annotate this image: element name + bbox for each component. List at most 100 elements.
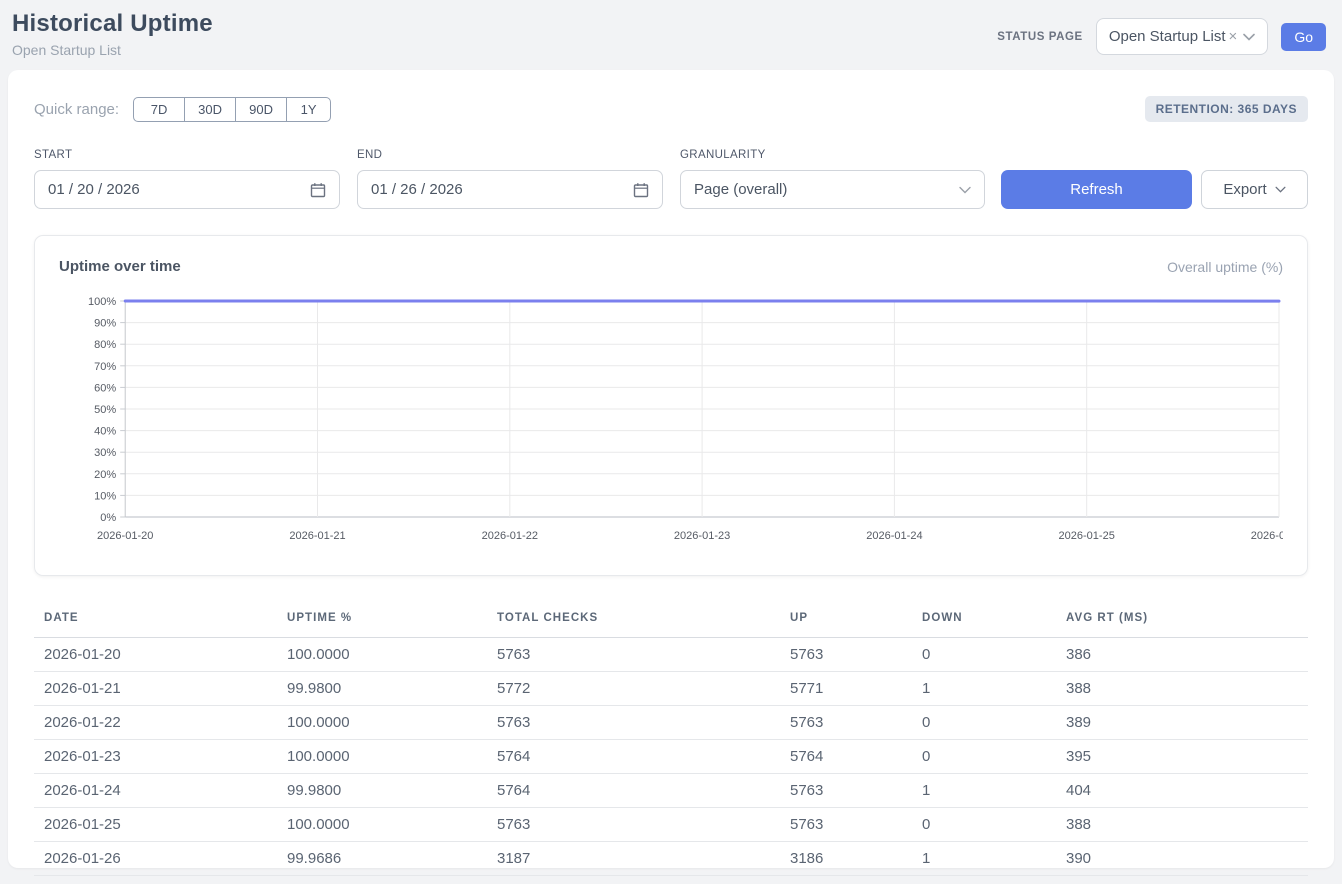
start-date-label: START	[34, 149, 340, 161]
table-cell: 5763	[487, 706, 780, 740]
table-row: 2026-01-2699.9686318731861390	[34, 842, 1308, 876]
table-cell: 5764	[487, 740, 780, 774]
table-cell: 2026-01-23	[34, 740, 277, 774]
svg-text:90%: 90%	[94, 318, 116, 330]
export-button-label: Export	[1223, 181, 1266, 198]
table-column-header: DOWN	[912, 602, 1056, 638]
page-header: Historical Uptime Open Startup List STAT…	[0, 0, 1342, 62]
chevron-down-icon	[1275, 186, 1286, 193]
page-subtitle: Open Startup List	[12, 42, 213, 58]
table-row: 2026-01-2199.9800577257711388	[34, 672, 1308, 706]
status-page-label: STATUS PAGE	[997, 31, 1083, 43]
refresh-button[interactable]: Refresh	[1001, 170, 1192, 209]
svg-text:2026-01-20: 2026-01-20	[97, 530, 153, 542]
table-cell: 395	[1056, 740, 1308, 774]
quick-range-row: Quick range: 7D30D90D1Y RETENTION: 365 D…	[34, 96, 1308, 122]
export-button[interactable]: Export	[1201, 170, 1308, 209]
table-cell: 5763	[780, 638, 912, 672]
table-cell: 390	[1056, 842, 1308, 876]
table-cell: 1	[912, 842, 1056, 876]
table-cell: 1	[912, 774, 1056, 808]
chart-title: Uptime over time	[59, 258, 181, 275]
main-panel: Quick range: 7D30D90D1Y RETENTION: 365 D…	[8, 70, 1334, 868]
table-cell: 100.0000	[277, 638, 487, 672]
table-cell: 99.9800	[277, 672, 487, 706]
table-cell: 388	[1056, 808, 1308, 842]
clear-selection-icon[interactable]: ×	[1229, 29, 1238, 44]
table-cell: 388	[1056, 672, 1308, 706]
uptime-table: DATEUPTIME %TOTAL CHECKSUPDOWNAVG RT (MS…	[34, 602, 1308, 876]
granularity-label: GRANULARITY	[680, 149, 985, 161]
granularity-field: GRANULARITY Page (overall)	[680, 149, 985, 209]
svg-text:10%: 10%	[94, 490, 116, 502]
start-date-input[interactable]: 01 / 20 / 2026	[34, 170, 340, 209]
quick-range-button-7d[interactable]: 7D	[133, 97, 185, 122]
table-cell: 100.0000	[277, 740, 487, 774]
svg-text:100%: 100%	[88, 296, 116, 308]
table-column-header: DATE	[34, 602, 277, 638]
svg-text:2026-01-26: 2026-01-26	[1251, 530, 1283, 542]
table-cell: 404	[1056, 774, 1308, 808]
start-date-field: START 01 / 20 / 2026	[34, 149, 340, 209]
table-cell: 100.0000	[277, 706, 487, 740]
table-cell: 0	[912, 638, 1056, 672]
end-date-label: END	[357, 149, 663, 161]
svg-text:2026-01-24: 2026-01-24	[866, 530, 922, 542]
table-cell: 2026-01-24	[34, 774, 277, 808]
table-cell: 2026-01-21	[34, 672, 277, 706]
table-cell: 2026-01-25	[34, 808, 277, 842]
table-head: DATEUPTIME %TOTAL CHECKSUPDOWNAVG RT (MS…	[34, 602, 1308, 638]
table-cell: 0	[912, 740, 1056, 774]
svg-text:80%: 80%	[94, 339, 116, 351]
table-cell: 5763	[487, 808, 780, 842]
table-cell: 99.9800	[277, 774, 487, 808]
table-cell: 1	[912, 672, 1056, 706]
table-cell: 0	[912, 706, 1056, 740]
table-cell: 5763	[487, 638, 780, 672]
title-block: Historical Uptime Open Startup List	[12, 10, 213, 58]
table-cell: 5763	[780, 706, 912, 740]
svg-text:0%: 0%	[100, 512, 116, 524]
table-cell: 2026-01-26	[34, 842, 277, 876]
svg-text:2026-01-22: 2026-01-22	[482, 530, 538, 542]
quick-range-group: 7D30D90D1Y	[133, 97, 331, 122]
svg-text:40%: 40%	[94, 426, 116, 438]
chevron-down-icon	[959, 186, 971, 194]
svg-text:70%: 70%	[94, 361, 116, 373]
table-header-row: DATEUPTIME %TOTAL CHECKSUPDOWNAVG RT (MS…	[34, 602, 1308, 638]
start-date-value: 01 / 20 / 2026	[48, 181, 140, 198]
retention-badge: RETENTION: 365 DAYS	[1145, 96, 1308, 122]
table-row: 2026-01-23100.0000576457640395	[34, 740, 1308, 774]
table-row: 2026-01-2499.9800576457631404	[34, 774, 1308, 808]
svg-text:60%: 60%	[94, 382, 116, 394]
go-button[interactable]: Go	[1281, 23, 1326, 51]
calendar-icon[interactable]	[310, 182, 326, 198]
table-row: 2026-01-25100.0000576357630388	[34, 808, 1308, 842]
chevron-down-icon	[1243, 33, 1255, 41]
table-cell: 99.9686	[277, 842, 487, 876]
svg-text:30%: 30%	[94, 447, 116, 459]
table-cell: 5764	[487, 774, 780, 808]
quick-range-button-30d[interactable]: 30D	[184, 97, 236, 122]
table-cell: 5764	[780, 740, 912, 774]
filter-fields-row: START 01 / 20 / 2026 END 01 / 26 / 2026 …	[34, 149, 1308, 209]
table-cell: 389	[1056, 706, 1308, 740]
table-cell: 100.0000	[277, 808, 487, 842]
granularity-select[interactable]: Page (overall)	[680, 170, 985, 209]
table-cell: 386	[1056, 638, 1308, 672]
table-column-header: UPTIME %	[277, 602, 487, 638]
calendar-icon[interactable]	[633, 182, 649, 198]
status-page-selected-value: Open Startup List	[1109, 28, 1226, 45]
table-column-header: AVG RT (MS)	[1056, 602, 1308, 638]
quick-range-button-1y[interactable]: 1Y	[286, 97, 331, 122]
svg-text:20%: 20%	[94, 469, 116, 481]
table-cell: 5771	[780, 672, 912, 706]
status-page-select[interactable]: Open Startup List ×	[1096, 18, 1269, 55]
table-cell: 5763	[780, 808, 912, 842]
svg-text:2026-01-21: 2026-01-21	[289, 530, 345, 542]
table-cell: 2026-01-20	[34, 638, 277, 672]
end-date-input[interactable]: 01 / 26 / 2026	[357, 170, 663, 209]
uptime-chart-card: Uptime over time Overall uptime (%) 0%10…	[34, 235, 1308, 576]
header-controls: STATUS PAGE Open Startup List × Go	[997, 18, 1326, 55]
quick-range-button-90d[interactable]: 90D	[235, 97, 287, 122]
